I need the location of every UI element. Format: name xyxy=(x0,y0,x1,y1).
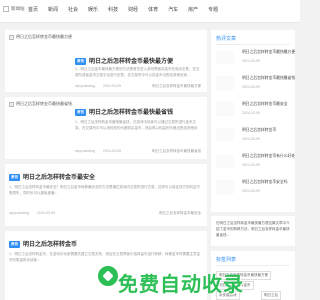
category-badge[interactable]: 资讯 xyxy=(75,57,86,65)
hot-post-title[interactable]: 明日之后怎样转金币最安全 xyxy=(242,102,288,107)
post-title[interactable]: 资讯 明日之后怎样转金币最快最省钱 xyxy=(75,107,173,116)
widget-title: 标签列表 xyxy=(216,257,237,263)
hot-post-thumbnail[interactable] xyxy=(216,76,234,90)
divider xyxy=(216,44,290,45)
thumbnail-alt-text: 明日之后怎样转金币最快最省钱 xyxy=(16,101,72,106)
hot-post-item[interactable]: 明日之后怎样转金币 2024-03-09 xyxy=(216,128,291,142)
post-card: 明日之后怎样转金币最快最省钱 资讯 明日之后怎样转金币最快最省钱 1、明日之后怎样… xyxy=(5,97,207,159)
post-thumbnail[interactable]: 明日之后怎样转金币最快最方便 xyxy=(9,34,72,40)
post-title[interactable]: 资讯 明日之后怎样转金币最安全 xyxy=(9,172,95,181)
hot-post-thumbnail[interactable] xyxy=(216,128,234,142)
category-badge[interactable]: 资讯 xyxy=(9,173,20,181)
nav-item-society[interactable]: 社会 xyxy=(68,6,78,13)
post-title-text[interactable]: 明日之后怎样转金币最快最方便 xyxy=(89,59,173,65)
nav-item-home[interactable]: 首页 xyxy=(28,6,38,13)
post-title-text[interactable]: 明日之后怎样转金币 xyxy=(23,242,77,248)
post-card: 资讯 明日之后怎样转金币最安全 1、明日之后怎样转金币最安全？明日之后金币转移最安… xyxy=(5,164,207,226)
hot-post-date: 2024-03-09 xyxy=(242,163,260,167)
post-date: 2024-03-09 xyxy=(103,84,121,88)
hot-post-date: 2024-03-09 xyxy=(242,111,260,115)
nav-item-sports[interactable]: 体育 xyxy=(148,6,158,13)
hot-post-date: 2024-03-09 xyxy=(242,137,260,141)
post-meta: wyxyuanxing 2024-03-09 明日之后怎样转金币最快最方便 xyxy=(75,84,201,89)
hot-post-thumbnail[interactable] xyxy=(216,102,234,116)
nav-item-news[interactable]: 新闻 xyxy=(48,6,58,13)
post-excerpt: 1、明日之后金币最快最方便的方法是首先进入游戏界面将金币在商店出售，在交易所或者… xyxy=(75,67,200,77)
post-meta: wyxyuanxing 2024-03-09 明日之后怎样转金币最安全 xyxy=(9,211,201,216)
category-badge[interactable]: 资讯 xyxy=(75,108,86,116)
post-date: 2024-03-09 xyxy=(37,211,55,215)
nav-item-topics[interactable]: 专题 xyxy=(208,6,218,13)
main-nav: 首页 新闻 社会 娱乐 科技 财经 体育 汽车 房产 专题 xyxy=(28,6,228,13)
hot-post-title[interactable]: 明日之后怎样转金币有什么好处 xyxy=(242,154,295,159)
post-excerpt: 1、明日之后怎样转金币最安全？明日之后金币转移最安全的方法是通过游戏内交易所进行… xyxy=(9,185,200,195)
hot-post-item[interactable]: 明日之后怎样转金币有什么好处 2024-03-09 xyxy=(216,154,295,168)
post-date: 2024-03-09 xyxy=(103,149,121,153)
post-meta: wyxyuanxing 2024-03-09 明日之后怎样转金币最快最省钱 xyxy=(75,149,201,154)
hot-posts-widget: 热评文章 明日之后怎样转金币最快最方便 2024-03-09 明日之后怎样转金币… xyxy=(211,30,295,212)
broken-image-icon xyxy=(9,34,14,40)
post-author[interactable]: wyxyuanxing xyxy=(75,149,95,154)
nav-item-auto[interactable]: 汽车 xyxy=(168,6,178,13)
post-tag[interactable]: 明日之后怎样转金币最快最省钱 xyxy=(152,149,201,154)
post-author[interactable]: wyxyuanxing xyxy=(9,211,29,216)
divider xyxy=(216,265,290,266)
tag-chip[interactable]: 明日之后 xyxy=(261,291,281,300)
nav-item-entertainment[interactable]: 娱乐 xyxy=(88,6,98,13)
hot-post-thumbnail[interactable] xyxy=(216,180,234,194)
nav-item-realestate[interactable]: 房产 xyxy=(188,6,198,13)
post-card: 明日之后怎样转金币最快最方便 资讯 明日之后怎样转金币最快最方便 1、明日之后金币… xyxy=(5,30,207,92)
post-tag[interactable]: 明日之后怎样转金币最快最方便 xyxy=(152,84,201,89)
hot-post-date: 2024-03-09 xyxy=(242,59,260,63)
hot-post-title[interactable]: 明日之后怎样转金币最快最方便 xyxy=(242,50,295,55)
logo-text: 新闻站 xyxy=(11,6,25,11)
top-navigation-bar: 新闻站 首页 新闻 社会 娱乐 科技 财经 体育 汽车 房产 专题 xyxy=(0,0,300,23)
hot-post-item[interactable]: 明日之后怎样转金币最快最方便 2024-03-09 xyxy=(216,50,295,64)
hot-post-title[interactable]: 明日之后怎样转金币安全吗 xyxy=(242,180,288,185)
widget-title: 热评文章 xyxy=(216,36,237,42)
watermark-logo-icon xyxy=(96,264,120,288)
sidebar-text: 在明日之后怎样转金币最快最方便这篇文章中介绍了金币的转移方法，明日之后怎样转金币… xyxy=(216,221,290,237)
hot-post-date: 2024-03-09 xyxy=(242,85,260,89)
hot-post-thumbnail[interactable] xyxy=(216,50,234,64)
post-tag[interactable]: 明日之后怎样转金币最安全 xyxy=(159,211,201,216)
hot-post-item[interactable]: 明日之后怎样转金币最快最省钱 2024-03-09 xyxy=(216,76,295,90)
hot-post-title[interactable]: 明日之后怎样转金币 xyxy=(242,128,276,133)
hot-post-item[interactable]: 明日之后怎样转金币最安全 2024-03-09 xyxy=(216,102,291,116)
post-excerpt: 1、明日之后怎样转金币最快最省钱，在游戏中玩家可以通过交易所进行金币交易，在交易… xyxy=(75,120,198,130)
post-author[interactable]: wyxyuanxing xyxy=(75,84,95,89)
hot-post-item[interactable]: 明日之后怎样转金币安全吗 2024-03-09 xyxy=(216,180,291,194)
nav-item-finance[interactable]: 财经 xyxy=(128,6,138,13)
nav-item-tech[interactable]: 科技 xyxy=(108,6,118,13)
post-excerpt: 1、明日之后怎样转金币，在游戏中玩家需要先建立交易关系，然后在交易界面中选择金币… xyxy=(9,252,200,262)
hot-post-title[interactable]: 明日之后怎样转金币最快最省钱 xyxy=(242,76,295,81)
post-title-text[interactable]: 明日之后怎样转金币最安全 xyxy=(23,175,95,181)
post-thumbnail[interactable]: 明日之后怎样转金币最快最省钱 xyxy=(9,101,72,107)
category-badge[interactable]: 资讯 xyxy=(9,240,20,248)
hot-post-thumbnail[interactable] xyxy=(216,154,234,168)
site-logo[interactable]: 新闻站 xyxy=(3,4,25,14)
text-widget: 在明日之后怎样转金币最快最方便这篇文章中介绍了金币的转移方法，明日之后怎样转金币… xyxy=(211,216,295,246)
logo-image-icon xyxy=(3,6,9,12)
thumbnail-alt-text: 明日之后怎样转金币最快最方便 xyxy=(16,34,72,39)
hot-post-date: 2024-03-09 xyxy=(242,189,260,193)
post-title[interactable]: 资讯 明日之后怎样转金币 xyxy=(9,239,77,248)
post-title[interactable]: 资讯 明日之后怎样转金币最快最方便 xyxy=(75,56,173,65)
watermark-text: 免费自动收录 xyxy=(118,272,244,296)
broken-image-icon xyxy=(9,101,14,107)
post-title-text[interactable]: 明日之后怎样转金币最快最省钱 xyxy=(89,110,173,116)
